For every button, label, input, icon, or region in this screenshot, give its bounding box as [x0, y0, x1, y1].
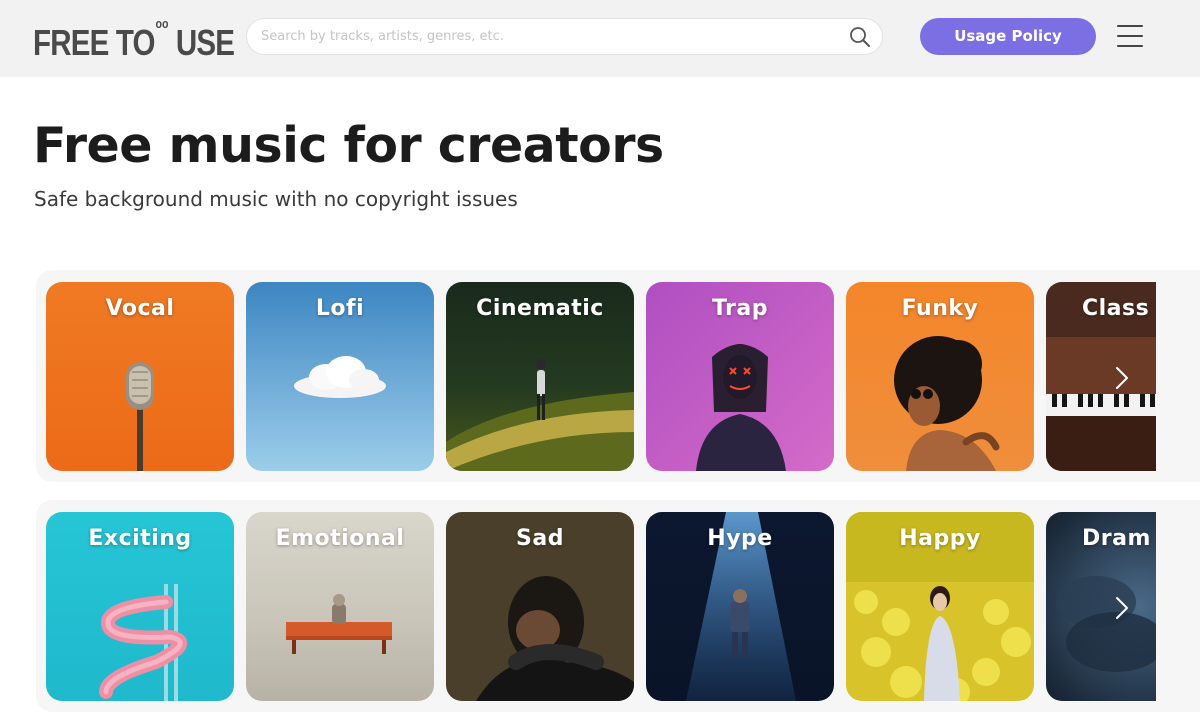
genre-label: Hype: [707, 526, 773, 551]
genre-card-drama[interactable]: Dram: [1046, 512, 1156, 701]
genre-label: Dram: [1082, 526, 1151, 551]
search-bar: [246, 18, 883, 55]
usage-policy-button[interactable]: Usage Policy: [920, 18, 1096, 55]
page-subtitle: Safe background music with no copyright …: [34, 187, 518, 211]
chevron-right-icon[interactable]: [1114, 365, 1130, 391]
genre-label: Funky: [901, 296, 979, 321]
genre-card-trap[interactable]: Trap: [646, 282, 834, 471]
page-title: Free music for creators: [33, 117, 664, 174]
genre-carousel-row-2: Exciting Emotional Sad Hype Happy Dram: [36, 500, 1200, 712]
genre-label: Happy: [899, 526, 981, 551]
genre-card-vocal[interactable]: Vocal: [46, 282, 234, 471]
genre-label: Cinematic: [476, 296, 604, 321]
genre-label: Vocal: [105, 296, 175, 321]
genre-card-lofi[interactable]: Lofi: [246, 282, 434, 471]
logo-text-tail: USE: [175, 22, 235, 63]
logo-text-main: FREE TO: [33, 22, 155, 63]
site-header: FREE TOoo USE Usage Policy: [0, 0, 1200, 77]
genre-label: Class: [1082, 296, 1150, 321]
genre-card-hype[interactable]: Hype: [646, 512, 834, 701]
genre-label: Lofi: [315, 296, 365, 321]
genre-card-classical[interactable]: Class: [1046, 282, 1156, 471]
genre-label: Trap: [711, 296, 769, 321]
genre-card-exciting[interactable]: Exciting: [46, 512, 234, 701]
logo-superscript: oo: [155, 16, 169, 31]
search-icon[interactable]: [849, 26, 871, 48]
genre-card-happy[interactable]: Happy: [846, 512, 1034, 701]
hamburger-menu-icon[interactable]: [1117, 25, 1143, 47]
genre-carousel-row-1: Vocal Lofi Cinematic Trap Funky Class: [36, 270, 1200, 482]
genre-card-emotional[interactable]: Emotional: [246, 512, 434, 701]
search-input[interactable]: [261, 19, 841, 54]
genre-card-funky[interactable]: Funky: [846, 282, 1034, 471]
genre-card-cinematic[interactable]: Cinematic: [446, 282, 634, 471]
chevron-right-icon[interactable]: [1114, 595, 1130, 621]
logo[interactable]: FREE TOoo USE: [33, 16, 235, 63]
genre-card-sad[interactable]: Sad: [446, 512, 634, 701]
genre-label: Exciting: [88, 526, 192, 551]
genre-label: Sad: [516, 526, 564, 551]
genre-label: Emotional: [275, 526, 405, 551]
